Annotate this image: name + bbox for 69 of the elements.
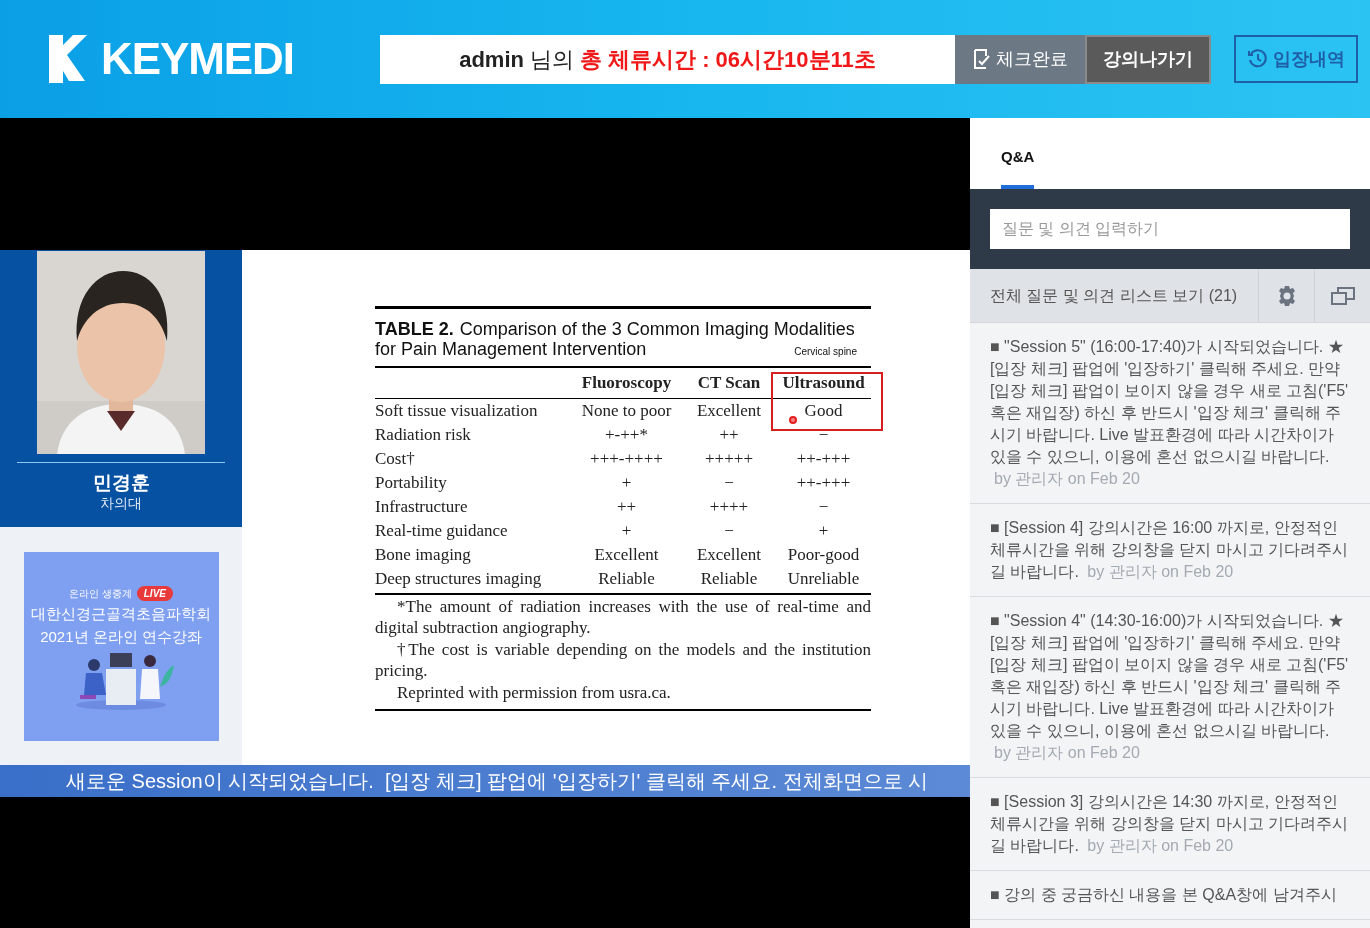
table-cell: ++-+++ xyxy=(796,473,851,493)
table-cell: ++++ xyxy=(709,497,749,517)
table-cell: +++++ xyxy=(705,449,753,469)
stay-time: 총 체류시간 : 06시간10분11초 xyxy=(579,45,876,74)
speaker-name: 민경훈 xyxy=(92,471,150,495)
logo-text: KEYMEDI xyxy=(101,37,294,81)
question-input-field[interactable]: 질문 및 의견 입력하기 xyxy=(990,209,1350,249)
banner-title: 대한신경근골격초음파학회 xyxy=(31,603,211,624)
row-label: Portability xyxy=(375,472,448,495)
checklist-icon xyxy=(972,48,992,70)
row-label: Infrastructure xyxy=(375,496,469,519)
table-cell: Excellent xyxy=(696,401,762,421)
row-label: Bone imaging xyxy=(375,544,472,567)
qa-post: ■ [Session 3] 강의시간은 14:30 까지로, 안정적인 체류시간을 위해 강의창을 닫지 마시고 기다려주시길 바랍니다. by 관리자 on Feb 20 xyxy=(990,792,1350,856)
footnote: *The amount of radiation increases with the use of real-time and digital subtraction angiography. xyxy=(375,596,871,638)
qa-post: ■ "Session 4" (14:30-16:00)가 시작되었습니다. ★[입장 체크] 팝업에 '입장하기' 클릭해 주세요. 만약 [입장 체크] 팝업이 보이지 않을 경우 새로 고침('F5' 혹은 재입장) 하신 후 반드시 '입장 체크' 클릭해 주시기 바랍니다. Live 발표환경에 따라 시간차이가 있을 수 있으니, 이용에 혼선 없으시길 바랍니다. by 관리자 on Feb 20 xyxy=(990,611,1350,763)
table-caption: Comparison of the 3 Common Imaging Modalities xyxy=(459,319,855,339)
row-label: Radiation risk xyxy=(375,424,472,447)
table-cell: +++-++++ xyxy=(590,449,663,469)
table-cell: + xyxy=(818,521,829,541)
live-label: 온라인 생중계 xyxy=(69,586,132,601)
qa-post: ■ "Session 5" (16:00-17:40)가 시작되었습니다. ★[입장 체크] 팝업에 '입장하기' 클릭해 주세요. 만약 [입장 체크] 팝업이 보이지 않을 경우 새로 고침('F5' 혹은 재입장) 하신 후 반드시 '입장 체크' 클릭해 주시기 바랍니다. Live 발표환경에 따라 시간차이가 있을 수 있으니, 이용에 혼선 없으시길 바랍니다. by 관리자 on Feb 20 xyxy=(990,337,1350,489)
table-cell: Unreliable xyxy=(787,569,860,589)
annotation-note: Cervical spine xyxy=(794,345,857,359)
table-cell: + xyxy=(621,473,632,493)
footnote: †The cost is variable depending on the models and the institution pricing. xyxy=(375,639,871,681)
settings-icon xyxy=(1276,285,1297,306)
status-label: 님의 xyxy=(529,45,574,74)
live-badge: LIVE xyxy=(136,585,173,601)
footnote: Reprinted with permission from usra.ca. xyxy=(396,682,672,703)
windows-icon xyxy=(1330,286,1355,305)
table-label: TABLE 2. xyxy=(375,319,454,339)
check-complete-button[interactable]: 체크완료 xyxy=(955,34,1085,84)
table-cell: Excellent xyxy=(696,545,762,565)
exit-lecture-button[interactable]: 강의나가기 xyxy=(1085,34,1211,84)
column-header: Ultrasound xyxy=(781,372,866,395)
table-cell: Good xyxy=(804,401,843,421)
table-cell: − xyxy=(818,425,829,445)
table-cell: +-++* xyxy=(605,425,648,445)
table-cell: − xyxy=(724,521,734,541)
table-cell: Reliable xyxy=(598,569,655,589)
table-cell: − xyxy=(724,473,734,493)
qa-tab[interactable]: Q&A xyxy=(1001,118,1035,189)
table-cell: Poor-good xyxy=(787,545,860,565)
table-cell: − xyxy=(818,497,829,517)
table-cell: ++ xyxy=(616,497,637,517)
row-label: Real-time guidance xyxy=(375,520,509,543)
banner-title: 2021년 온라인 연수강좌 xyxy=(40,626,202,647)
column-header: Fluoroscopy xyxy=(580,372,673,395)
qa-post: ■ [Session 4] 강의시간은 16:00 까지로, 안정적인 체류시간을 위해 강의창을 닫지 마시고 기다려주시길 바랍니다. by 관리자 on Feb 20 xyxy=(990,518,1350,582)
pointer-icon xyxy=(789,416,797,424)
table-cell: Excellent xyxy=(594,545,659,565)
table-cell: + xyxy=(621,521,632,541)
row-label: Soft tissue visualization xyxy=(375,400,539,423)
history-button[interactable]: 입장내역 xyxy=(1234,35,1358,83)
table-cell: ++ xyxy=(719,425,739,445)
logo-icon xyxy=(47,33,87,85)
row-label: Deep structures imaging xyxy=(375,568,543,591)
row-label: Cost† xyxy=(375,448,416,471)
qa-post: ■ 강의 중 궁금하신 내용을 본 Q&A창에 남겨주시 xyxy=(990,885,1338,905)
table-cell: None to poor xyxy=(581,401,672,421)
ticker-text: 새로운 Session이 시작되었습니다. [입장 체크] 팝업에 '입장하기' 클릭해 주세요. 전체화면으로 시 xyxy=(66,769,929,794)
history-icon xyxy=(1247,48,1269,70)
speaker-affiliation: 차의대 xyxy=(100,494,142,513)
table-caption: for Pain Management Intervention xyxy=(375,339,647,359)
user-name: admin xyxy=(459,45,524,74)
column-header: CT Scan xyxy=(696,372,762,395)
table-cell: Reliable xyxy=(700,569,758,589)
table-cell: ++-+++ xyxy=(796,449,851,469)
